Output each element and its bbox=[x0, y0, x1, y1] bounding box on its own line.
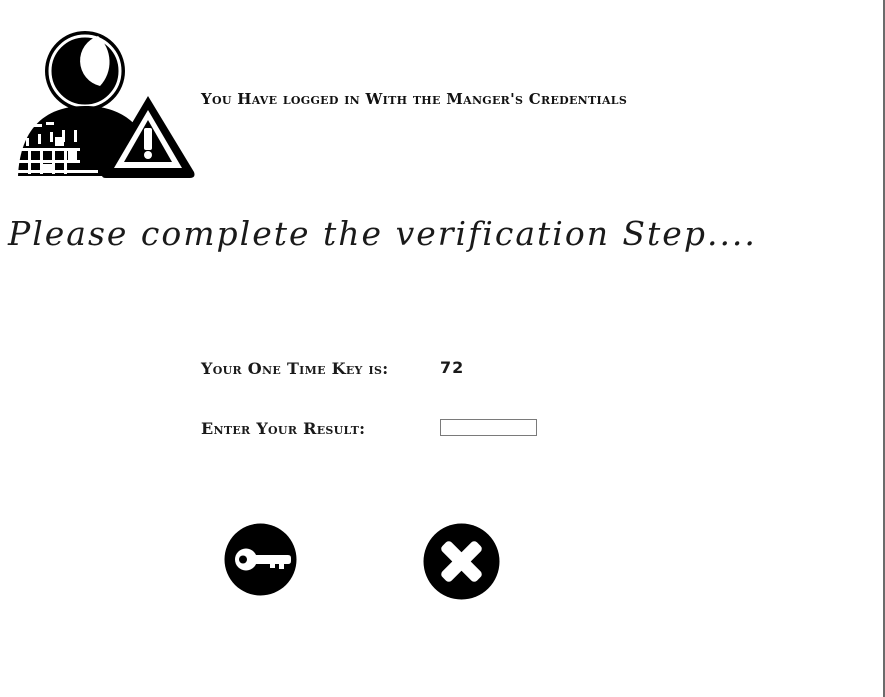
close-icon bbox=[423, 523, 500, 600]
result-label: Enter Your Result: bbox=[201, 419, 366, 438]
result-input[interactable] bbox=[440, 419, 537, 436]
submit-key-button[interactable] bbox=[224, 523, 297, 596]
verification-headline: Please complete the verification Step...… bbox=[8, 214, 757, 253]
one-time-key-value: 72 bbox=[440, 358, 465, 377]
login-notice: You Have logged in With the Manger's Cre… bbox=[201, 90, 628, 108]
user-warning-icon bbox=[8, 24, 196, 182]
key-icon bbox=[224, 523, 297, 596]
cancel-button[interactable] bbox=[423, 523, 500, 600]
one-time-key-label: Your One Time Key is: bbox=[201, 359, 389, 378]
